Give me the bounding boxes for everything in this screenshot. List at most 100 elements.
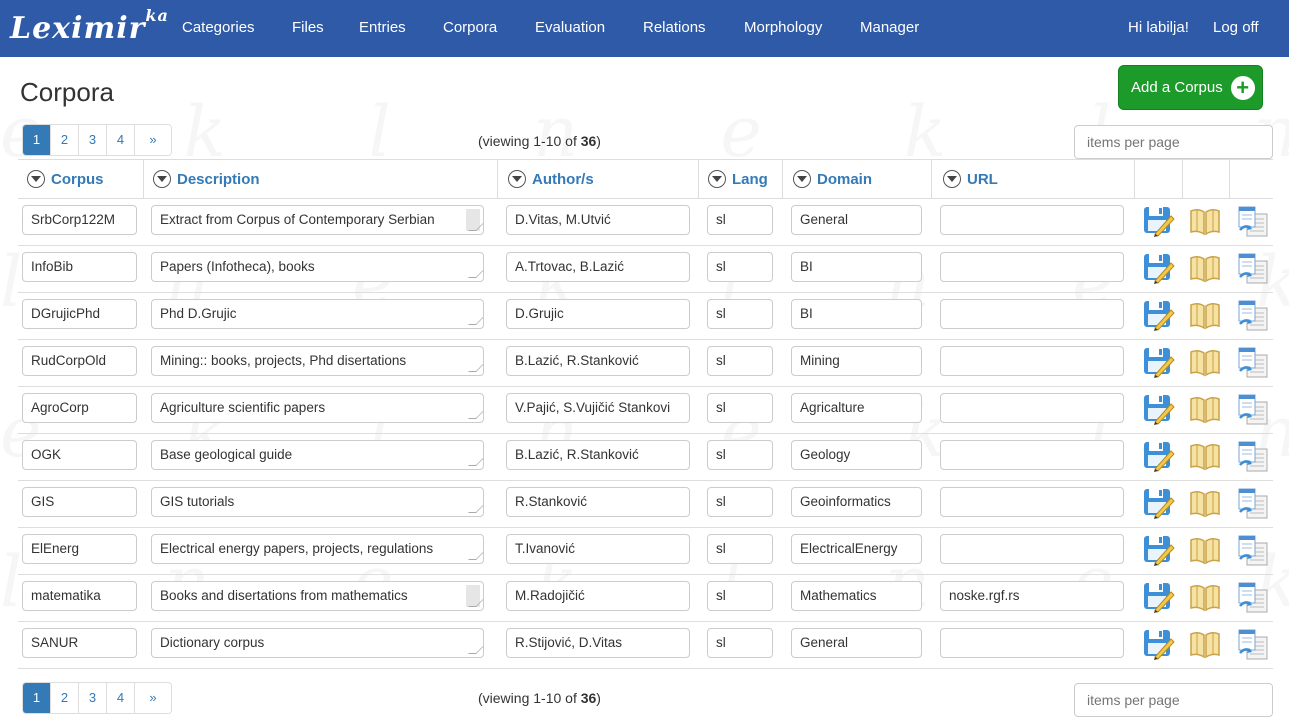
nav-morphology[interactable]: Morphology [744, 19, 822, 36]
description-field[interactable]: Mining:: books, projects, Phd disertatio… [151, 346, 484, 376]
domain-field[interactable]: General [791, 205, 922, 235]
page-3[interactable]: 3 [79, 125, 107, 155]
authors-field[interactable]: V.Pajić, S.Vujičić Stankovi [506, 393, 690, 423]
save-edit-icon[interactable] [1141, 627, 1177, 663]
url-field[interactable] [940, 628, 1124, 658]
document-list-icon[interactable] [1235, 486, 1271, 522]
url-field[interactable] [940, 440, 1124, 470]
save-edit-icon[interactable] [1141, 298, 1177, 334]
page-1[interactable]: 1 [23, 683, 51, 713]
filter-icon[interactable] [27, 170, 45, 188]
open-book-icon[interactable] [1188, 204, 1224, 240]
filter-icon[interactable] [708, 170, 726, 188]
open-book-icon[interactable] [1188, 392, 1224, 428]
resize-handle-icon[interactable] [468, 646, 483, 654]
authors-field[interactable]: A.Trtovac, B.Lazić [506, 252, 690, 282]
corpus-field[interactable]: matematika [22, 581, 137, 611]
document-list-icon[interactable] [1235, 345, 1271, 381]
resize-handle-icon[interactable] [468, 270, 483, 278]
url-field[interactable] [940, 205, 1124, 235]
authors-field[interactable]: R.Stijović, D.Vitas [506, 628, 690, 658]
open-book-icon[interactable] [1188, 345, 1224, 381]
open-book-icon[interactable] [1188, 298, 1224, 334]
open-book-icon[interactable] [1188, 439, 1224, 475]
page-4[interactable]: 4 [107, 683, 135, 713]
page-2[interactable]: 2 [51, 683, 79, 713]
logoff-link[interactable]: Log off [1213, 19, 1259, 36]
domain-field[interactable]: BI [791, 252, 922, 282]
lang-field[interactable]: sl [707, 581, 773, 611]
document-list-icon[interactable] [1235, 627, 1271, 663]
nav-relations[interactable]: Relations [643, 19, 706, 36]
corpus-field[interactable]: SANUR [22, 628, 137, 658]
url-field[interactable] [940, 393, 1124, 423]
save-edit-icon[interactable] [1141, 533, 1177, 569]
document-list-icon[interactable] [1235, 298, 1271, 334]
page-2[interactable]: 2 [51, 125, 79, 155]
lang-field[interactable]: sl [707, 299, 773, 329]
resize-handle-icon[interactable] [468, 505, 483, 513]
user-greeting[interactable]: Hi labilja! [1128, 19, 1189, 36]
description-field[interactable]: GIS tutorials [151, 487, 484, 517]
document-list-icon[interactable] [1235, 580, 1271, 616]
corpus-field[interactable]: OGK [22, 440, 137, 470]
authors-field[interactable]: B.Lazić, R.Stanković [506, 440, 690, 470]
filter-icon[interactable] [508, 170, 526, 188]
header-authors[interactable]: Author/s [508, 160, 594, 198]
description-field[interactable]: Agriculture scientific papers [151, 393, 484, 423]
description-field[interactable]: Books and disertations from mathematics [151, 581, 484, 611]
header-domain[interactable]: Domain [793, 160, 872, 198]
open-book-icon[interactable] [1188, 251, 1224, 287]
page-1[interactable]: 1 [23, 125, 51, 155]
filter-icon[interactable] [943, 170, 961, 188]
document-list-icon[interactable] [1235, 251, 1271, 287]
domain-field[interactable]: General [791, 628, 922, 658]
authors-field[interactable]: D.Grujic [506, 299, 690, 329]
nav-corpora[interactable]: Corpora [443, 19, 497, 36]
nav-categories[interactable]: Categories [182, 19, 255, 36]
save-edit-icon[interactable] [1141, 204, 1177, 240]
domain-field[interactable]: Geoinformatics [791, 487, 922, 517]
header-url[interactable]: URL [943, 160, 998, 198]
page-4[interactable]: 4 [107, 125, 135, 155]
domain-field[interactable]: Mathematics [791, 581, 922, 611]
items-per-page-input[interactable] [1074, 125, 1273, 159]
description-field[interactable]: Papers (Infotheca), books [151, 252, 484, 282]
resize-handle-icon[interactable] [468, 458, 483, 466]
url-field[interactable] [940, 534, 1124, 564]
lang-field[interactable]: sl [707, 440, 773, 470]
authors-field[interactable]: M.Radojičić [506, 581, 690, 611]
resize-handle-icon[interactable] [468, 317, 483, 325]
resize-handle-icon[interactable] [468, 364, 483, 372]
domain-field[interactable]: Geology [791, 440, 922, 470]
url-field[interactable]: noske.rgf.rs [940, 581, 1124, 611]
description-field[interactable]: Extract from Corpus of Contemporary Serb… [151, 205, 484, 235]
save-edit-icon[interactable] [1141, 486, 1177, 522]
page-next[interactable]: » [135, 683, 171, 713]
save-edit-icon[interactable] [1141, 580, 1177, 616]
lang-field[interactable]: sl [707, 487, 773, 517]
url-field[interactable] [940, 299, 1124, 329]
corpus-field[interactable]: ElEnerg [22, 534, 137, 564]
save-edit-icon[interactable] [1141, 251, 1177, 287]
url-field[interactable] [940, 252, 1124, 282]
description-field[interactable]: Dictionary corpus [151, 628, 484, 658]
authors-field[interactable]: D.Vitas, M.Utvić [506, 205, 690, 235]
corpus-field[interactable]: GIS [22, 487, 137, 517]
add-corpus-button[interactable]: Add a Corpus + [1118, 65, 1263, 110]
authors-field[interactable]: R.Stanković [506, 487, 690, 517]
document-list-icon[interactable] [1235, 439, 1271, 475]
save-edit-icon[interactable] [1141, 439, 1177, 475]
document-list-icon[interactable] [1235, 204, 1271, 240]
filter-icon[interactable] [793, 170, 811, 188]
resize-handle-icon[interactable] [468, 552, 483, 560]
filter-icon[interactable] [153, 170, 171, 188]
page-3[interactable]: 3 [79, 683, 107, 713]
corpus-field[interactable]: SrbCorp122M [22, 205, 137, 235]
nav-manager[interactable]: Manager [860, 19, 919, 36]
lang-field[interactable]: sl [707, 628, 773, 658]
document-list-icon[interactable] [1235, 392, 1271, 428]
nav-files[interactable]: Files [292, 19, 324, 36]
lang-field[interactable]: sl [707, 205, 773, 235]
save-edit-icon[interactable] [1141, 345, 1177, 381]
